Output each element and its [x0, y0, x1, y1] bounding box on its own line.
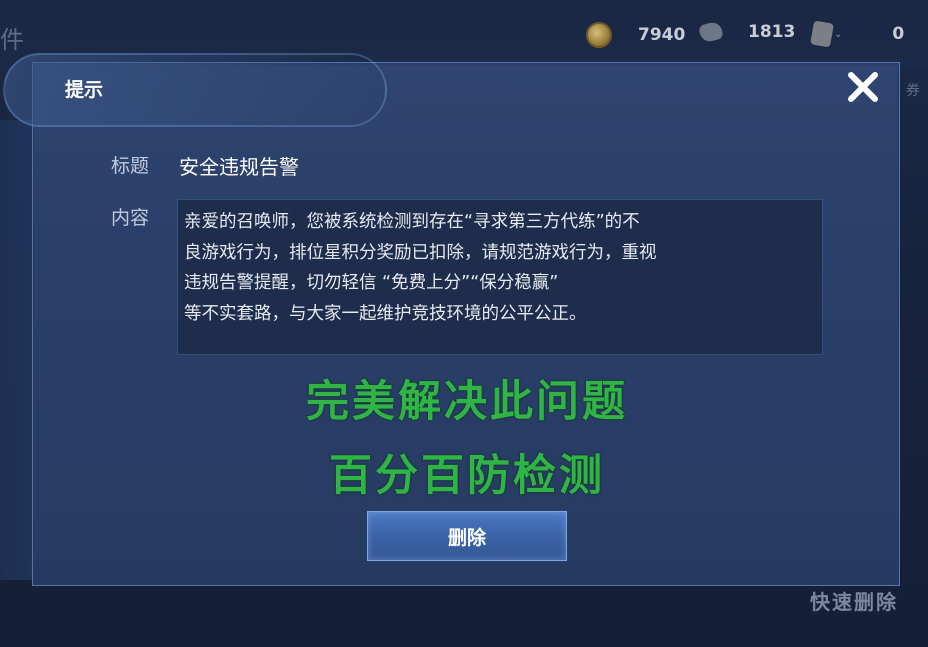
promo-overlay-line-1: 完美解决此问题 — [306, 377, 628, 427]
dialog-title: 提示 — [65, 79, 104, 101]
chevron-down-icon: ⌄ — [834, 28, 843, 40]
delete-button-label: 删除 — [447, 526, 486, 549]
subject-value: 安全违规告警 — [179, 155, 299, 179]
gold-currency: 7940 — [586, 22, 685, 48]
message-line: 等不实套路，与大家一起维护竞技环境的公平公正。 — [184, 303, 587, 324]
ticket-currency: ⌄ 0 — [810, 20, 905, 48]
gold-value: 7940 — [638, 25, 686, 45]
subject-label: 标题 — [111, 155, 150, 177]
message-line: 违规告警提醒，切勿轻信 “免费上分”“保分稳赢” — [184, 273, 559, 293]
quick-delete-button[interactable]: 快速删除 — [810, 586, 898, 615]
gem-icon — [698, 20, 724, 44]
promo-overlay-line-2: 百分百防检测 — [329, 451, 605, 501]
gem-currency: 1813 — [698, 20, 796, 44]
message-line: 良游戏行为，排位星积分奖励已扣除，请规范游戏行为，重视 — [184, 242, 657, 263]
close-button[interactable] — [841, 65, 885, 109]
background-tab-fragment: 券 — [906, 83, 920, 99]
ticket-icon — [810, 20, 834, 48]
alert-dialog: 提示 标题 安全违规告警 内容 亲爱的召唤师，您被系统检测到存在“寻求第三方代练… — [3, 53, 900, 586]
close-icon — [848, 72, 878, 102]
message-content-box: 亲爱的召唤师，您被系统检测到存在“寻求第三方代练”的不 良游戏行为，排位星积分奖… — [177, 199, 823, 355]
dialog-header-decoration — [3, 53, 387, 127]
delete-button[interactable]: 删除 — [367, 511, 567, 561]
gold-coin-icon — [586, 22, 612, 48]
background-title-fragment: 件 — [0, 26, 24, 54]
message-line: 亲爱的召唤师，您被系统检测到存在“寻求第三方代练”的不 — [184, 212, 640, 232]
gem-value: 1813 — [748, 22, 796, 42]
content-label: 内容 — [111, 207, 150, 229]
ticket-value: 0 — [892, 24, 905, 44]
